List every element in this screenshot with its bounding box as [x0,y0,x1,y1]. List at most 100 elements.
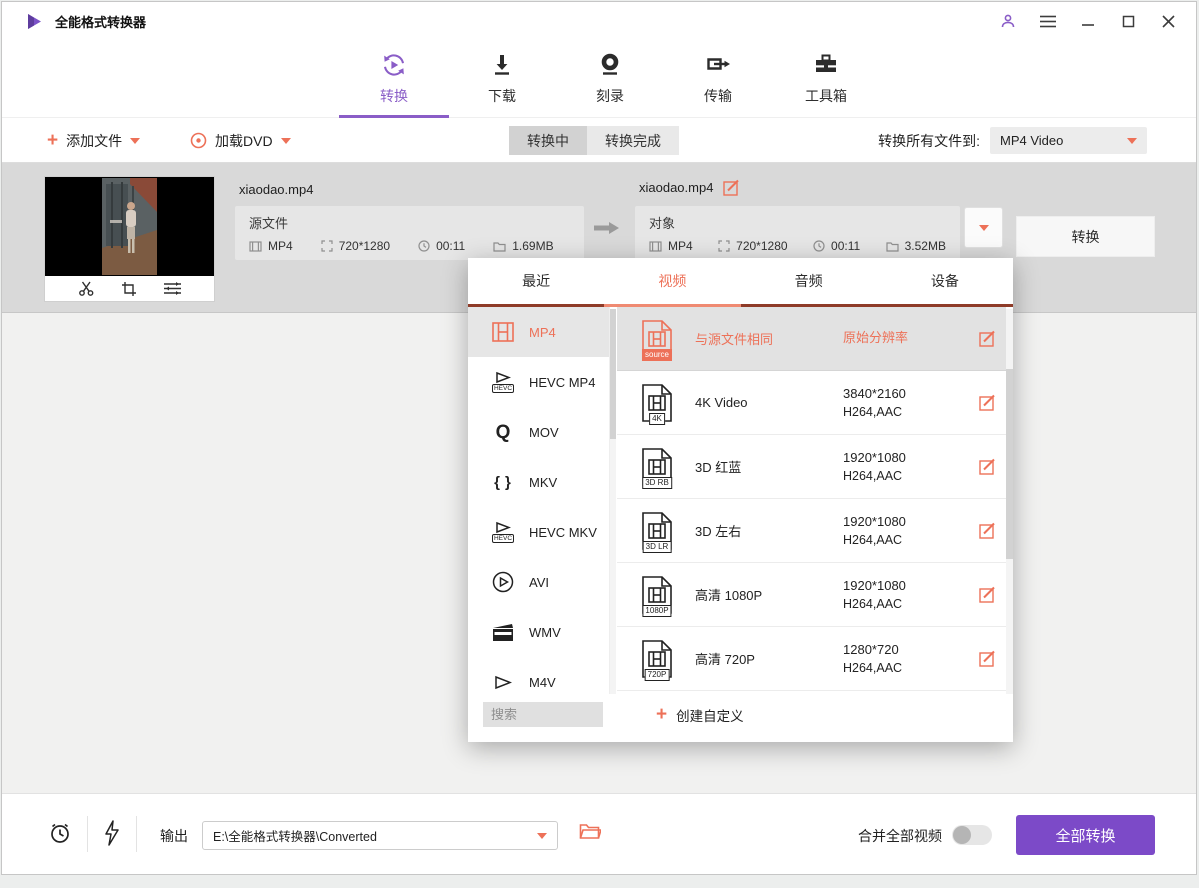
format-label: M4V [529,675,556,690]
format-list-item[interactable]: HEVC Q { } M4V [468,657,609,694]
output-path-select[interactable]: E:\全能格式转换器\Converted [202,821,558,850]
load-dvd-button[interactable]: 加载DVD [190,118,291,163]
tab-device[interactable]: 设备 [877,258,1013,304]
tab-label: 传输 [704,86,732,106]
divider [87,816,88,852]
preset-file-icon: source [641,319,673,359]
menu-icon[interactable] [1038,11,1058,31]
film-icon [249,241,262,252]
add-file-button[interactable]: + 添加文件 [47,118,140,163]
preset-name: 3D 左右 [695,521,843,540]
target-resolution: 720*1280 [736,239,787,253]
tab-label: 工具箱 [805,86,847,106]
preset-resolution: 3840*2160 [843,386,973,401]
tab-convert[interactable]: 转换 [349,50,439,116]
tab-toolbox[interactable]: 工具箱 [781,50,871,116]
preset-badge: 4K [649,413,665,425]
chevron-down-icon [537,833,547,839]
preset-resolution: 1920*1080 [843,514,973,529]
minimize-icon[interactable] [1078,11,1098,31]
preset-row[interactable]: 4K 4K Video 3840*2160 H264,AAC [617,371,1006,435]
tab-video[interactable]: 视频 [604,258,740,304]
chevron-down-icon [1127,138,1137,144]
tab-recent[interactable]: 最近 [468,258,604,304]
app-window: 全能格式转换器 [0,0,1199,888]
format-list-item[interactable]: HEVC Q { } MOV [468,407,609,457]
trim-scissors-icon[interactable] [78,280,95,297]
tab-transfer[interactable]: 传输 [673,50,763,116]
preset-edit-icon[interactable] [979,458,996,475]
preset-codec: H264,AAC [843,533,973,547]
title-bar: 全能格式转换器 [2,2,1196,40]
add-file-label: 添加文件 [66,131,122,151]
preset-row[interactable]: source 与源文件相同 原始分辨率 [617,307,1006,371]
avi-format-icon [492,571,514,593]
preset-row[interactable]: 3D RB 3D 红蓝 1920*1080 H264,AAC [617,435,1006,499]
preset-name: 4K Video [695,395,843,410]
high-speed-bolt-icon[interactable] [103,820,119,846]
source-file-name: xiaodao.mp4 [239,182,313,197]
preset-file-icon: 3D LR [641,511,673,551]
format-list-item[interactable]: HEVC Q { } WMV [468,607,609,657]
tab-audio[interactable]: 音频 [741,258,877,304]
output-format-select[interactable]: MP4 Video [990,127,1147,154]
preset-edit-icon[interactable] [979,394,996,411]
convert-all-to-label: 转换所有文件到: [878,118,980,163]
format-list-item[interactable]: HEVC Q { } MP4 [468,307,609,357]
merge-toggle[interactable] [952,825,992,845]
format-list-item[interactable]: HEVC Q { } HEVC MP4 [468,357,609,407]
convert-all-button[interactable]: 全部转换 [1016,815,1155,855]
effects-sliders-icon[interactable] [163,281,182,296]
close-icon[interactable] [1158,11,1178,31]
scrollbar-thumb[interactable] [1006,369,1013,559]
preset-file-icon: 1080P [641,575,673,615]
rename-edit-icon[interactable] [723,179,740,196]
target-panel-title: 对象 [649,213,946,232]
format-picker-popup: 最近 视频 音频 设备 HEVC Q { } [468,258,1013,742]
create-custom-button[interactable]: + 创建自定义 [656,702,744,727]
format-list-item[interactable]: HEVC Q { } MKV [468,457,609,507]
tab-burn[interactable]: 刻录 [565,50,655,116]
maximize-icon[interactable] [1118,11,1138,31]
schedule-alarm-icon[interactable] [48,821,72,845]
preset-edit-icon[interactable] [979,330,996,347]
preset-row[interactable]: 720P 高清 720P 1280*720 H264,AAC [617,627,1006,691]
divider [136,816,137,852]
target-duration: 00:11 [831,239,860,253]
toolbar: + 添加文件 加载DVD 转换中 转换完成 转换所有文件到: MP4 Video [2,118,1196,163]
source-to-target-arrow-icon [594,220,620,236]
preset-edit-icon[interactable] [979,650,996,667]
download-icon [488,50,516,80]
preset-file-icon: 720P [641,639,673,679]
tab-label: 刻录 [596,86,624,106]
account-icon[interactable] [998,11,1018,31]
hevc-format-icon: HEVC [492,371,514,393]
format-search-input[interactable] [483,702,603,727]
crop-icon[interactable] [121,281,137,297]
output-path-value: E:\全能格式转换器\Converted [213,826,377,845]
preset-list-scrollbar[interactable] [1006,309,1013,694]
preset-row[interactable]: 3D LR 3D 左右 1920*1080 H264,AAC [617,499,1006,563]
chevron-down-icon [281,138,291,144]
format-list-item[interactable]: HEVC Q { } AVI [468,557,609,607]
video-thumbnail[interactable] [45,177,214,301]
wmv-format-icon [492,623,514,642]
preset-codec: H264,AAC [843,469,973,483]
format-list-scrollbar[interactable] [610,309,616,694]
scrollbar-thumb[interactable] [610,309,616,439]
preset-edit-icon[interactable] [979,522,996,539]
format-list-item[interactable]: HEVC Q { } HEVC MKV [468,507,609,557]
tab-converted[interactable]: 转换完成 [587,126,679,155]
merge-all-videos-label: 合并全部视频 [858,826,942,846]
target-format-dropdown-button[interactable] [964,207,1003,248]
tab-converting[interactable]: 转换中 [509,126,587,155]
format-label: HEVC MP4 [529,375,595,390]
convert-button[interactable]: 转换 [1016,216,1155,257]
preset-edit-icon[interactable] [979,586,996,603]
open-output-folder-icon[interactable] [579,822,601,840]
source-duration: 00:11 [436,239,465,253]
tab-download[interactable]: 下载 [457,50,547,116]
preset-row[interactable]: 1080P 高清 1080P 1920*1080 H264,AAC [617,563,1006,627]
preset-badge: source [642,349,672,361]
format-list: HEVC Q { } MP4 HEVC Q [468,307,610,694]
